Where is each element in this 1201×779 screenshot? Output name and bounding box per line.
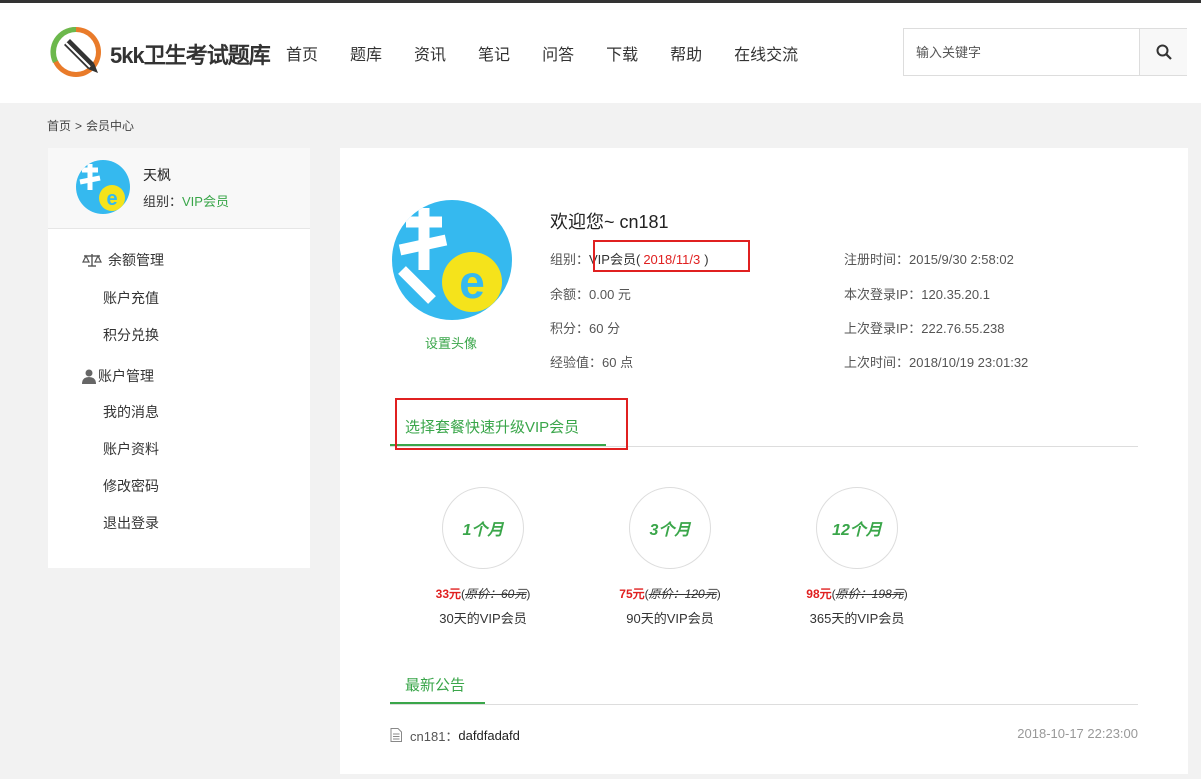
sidebar-username: 天枫 — [143, 167, 171, 183]
plan-desc: 30天的VIP会员 — [439, 611, 527, 626]
profile-last-ip: 上次登录IP：222.76.55.238 — [844, 321, 1005, 336]
site-logo[interactable]: 5kk卫生考试题库 — [50, 23, 271, 81]
plan-price-original: 原价：198元 — [835, 587, 904, 601]
user-icon — [82, 369, 96, 384]
nav-download[interactable]: 下载 — [590, 41, 654, 65]
menu-section-account-title: 账户管理 — [98, 368, 154, 384]
tab-latest-notice[interactable]: 最新公告 — [405, 674, 465, 695]
menu-section-account: 账户管理 — [82, 366, 154, 386]
nav-news[interactable]: 资讯 — [398, 41, 462, 65]
profile-avatar[interactable]: e — [392, 200, 512, 320]
plan-price-original: 原价：60元 — [465, 587, 527, 601]
search-box — [903, 28, 1187, 76]
menu-item-change-password[interactable]: 修改密码 — [103, 476, 159, 496]
breadcrumb-current[interactable]: 会员中心 — [86, 119, 134, 133]
plan-desc: 90天的VIP会员 — [626, 611, 714, 626]
breadcrumb-home[interactable]: 首页 — [47, 119, 71, 133]
set-avatar-link[interactable]: 设置头像 — [425, 333, 477, 352]
avatar-image: e — [76, 160, 130, 214]
nav-home[interactable]: 首页 — [270, 41, 334, 65]
plan-3-months[interactable]: 3个月 75元(原价：120元) 90天的VIP会员 — [595, 487, 745, 627]
sidebar-user-card: e 天枫 组别：VIP会员 — [48, 148, 310, 229]
nav-notes[interactable]: 笔记 — [462, 41, 526, 65]
avatar-image: e — [392, 200, 512, 320]
plan-circle[interactable]: 12个月 — [816, 487, 898, 569]
profile-register-time: 注册时间：2015/9/30 2:58:02 — [844, 252, 1014, 267]
plan-desc: 365天的VIP会员 — [809, 611, 905, 626]
breadcrumb-separator: > — [75, 119, 83, 133]
nav-qa[interactable]: 问答 — [526, 41, 590, 65]
plan-price: 75元(原价：120元) — [619, 587, 721, 601]
nav-question-bank[interactable]: 题库 — [334, 41, 398, 65]
menu-item-logout[interactable]: 退出登录 — [103, 513, 159, 533]
scale-icon — [82, 252, 102, 268]
profile-last-time: 上次时间：2018/10/19 23:01:32 — [844, 355, 1029, 370]
menu-item-recharge[interactable]: 账户充值 — [103, 288, 159, 308]
pencil-logo-icon — [50, 26, 101, 77]
menu-item-messages[interactable]: 我的消息 — [103, 402, 159, 422]
avatar[interactable]: e — [76, 160, 130, 214]
plan-price: 33元(原价：60元) — [435, 587, 531, 601]
menu-item-profile[interactable]: 账户资料 — [103, 439, 159, 459]
menu-item-points-exchange[interactable]: 积分兑换 — [103, 325, 159, 345]
menu-section-balance-title: 余额管理 — [108, 252, 164, 268]
plan-circle[interactable]: 1个月 — [442, 487, 524, 569]
plan-price-current: 33元 — [435, 587, 461, 601]
highlight-box-vip-expire — [593, 240, 750, 272]
notice-text: dafdfadafd — [458, 728, 520, 743]
notice-date: 2018-10-17 22:23:00 — [1017, 726, 1138, 741]
main-nav: 首页 题库 资讯 笔记 问答 下载 帮助 在线交流 — [270, 3, 814, 103]
sidebar-group: 组别：VIP会员 — [143, 191, 229, 210]
plan-price: 98元(原价：198元) — [806, 587, 908, 601]
site-header: 5kk卫生考试题库 首页 题库 资讯 笔记 问答 下载 帮助 在线交流 — [0, 3, 1201, 103]
sidebar: e 天枫 组别：VIP会员 余额管理 账户充值 积分兑换 账户管理 我的消息 账… — [48, 148, 310, 568]
menu-section-balance: 余额管理 — [82, 250, 164, 270]
plan-1-month[interactable]: 1个月 33元(原价：60元) 30天的VIP会员 — [408, 487, 558, 627]
profile-group-label: 组别： — [550, 252, 590, 267]
sidebar-group-label: 组别： — [143, 194, 183, 209]
member-center-panel: e 设置头像 欢迎您~ cn181 组别：VIP会员(2018/11/3) 余额… — [340, 148, 1188, 774]
profile-exp: 经验值：60 点 — [550, 355, 634, 370]
profile-points: 积分：60 分 — [550, 321, 621, 336]
search-icon — [1156, 44, 1172, 60]
notice-title[interactable]: cn181： dafdfadafd — [410, 726, 520, 745]
nav-online-chat[interactable]: 在线交流 — [718, 41, 814, 65]
sidebar-group-value: VIP会员 — [182, 194, 229, 209]
highlight-box-upgrade — [395, 398, 628, 450]
nav-help[interactable]: 帮助 — [654, 41, 718, 65]
plan-12-months[interactable]: 12个月 98元(原价：198元) 365天的VIP会员 — [782, 487, 932, 627]
profile-balance: 余额：0.00 元 — [550, 287, 631, 302]
plan-price-current: 98元 — [806, 587, 832, 601]
plan-circle[interactable]: 3个月 — [629, 487, 711, 569]
document-icon — [390, 728, 402, 745]
profile-login-ip: 本次登录IP：120.35.20.1 — [844, 287, 990, 302]
search-button[interactable] — [1139, 29, 1187, 75]
tab-divider — [390, 704, 1138, 705]
plan-price-current: 75元 — [619, 587, 645, 601]
breadcrumb: 首页 > 会员中心 — [47, 117, 138, 134]
svg-text:e: e — [459, 256, 485, 308]
svg-text:e: e — [106, 188, 117, 210]
plan-price-original: 原价：120元 — [648, 587, 717, 601]
logo-text: 5kk卫生考试题库 — [110, 43, 271, 68]
search-input[interactable] — [904, 29, 1139, 75]
welcome-text: 欢迎您~ cn181 — [550, 212, 669, 232]
notice-author: cn181： — [410, 729, 459, 744]
